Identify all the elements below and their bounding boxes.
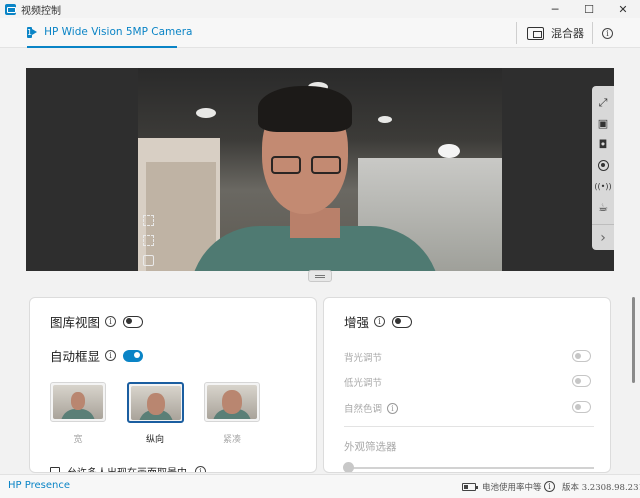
collapse-preview-handle[interactable] — [308, 270, 332, 282]
close-button[interactable]: ✕ — [606, 0, 640, 18]
coffee-icon[interactable]: ☕ — [592, 197, 614, 218]
battery-icon — [462, 483, 478, 491]
record-icon[interactable] — [592, 155, 614, 176]
backlight-label: 背光调节 — [344, 353, 383, 364]
maximize-button[interactable]: ☐ — [572, 0, 606, 18]
framing-portrait-label: 纵向 — [145, 435, 164, 445]
battery-status: 电池使用率中等 — [482, 483, 542, 493]
info-icon[interactable]: i — [387, 402, 399, 414]
info-icon[interactable]: i — [602, 28, 613, 39]
framing-tight-option[interactable] — [204, 382, 260, 422]
chevron-right-icon[interactable]: › — [592, 224, 614, 250]
glasses — [311, 156, 341, 174]
person-hair — [258, 86, 352, 132]
multi-person-checkbox[interactable] — [50, 466, 60, 472]
camera-icon[interactable]: ◘ — [592, 134, 614, 155]
appearance-filter-track[interactable] — [346, 467, 594, 469]
crop-icon[interactable] — [142, 214, 154, 226]
enhance-label: 增强 — [344, 315, 370, 330]
info-icon[interactable]: i — [195, 466, 206, 472]
appearance-filter-row: 外观筛选器 — [344, 439, 397, 454]
appearance-filter-slider[interactable] — [343, 462, 354, 472]
camera-name: HP Wide Vision 5MP Camera — [44, 26, 193, 38]
framing-wide-label: 宽 — [73, 435, 83, 445]
video-feed — [138, 68, 502, 271]
mixer-icon — [527, 26, 544, 40]
window-title: 视频控制 — [21, 5, 61, 17]
auto-framing-toggle[interactable] — [123, 349, 144, 362]
minimize-button[interactable]: ─ — [538, 0, 572, 18]
header-divider — [592, 22, 593, 44]
version-text: 版本 3.2308.98.23102 — [562, 483, 640, 493]
app-icon — [5, 3, 16, 15]
enhance-row: 增强 i — [344, 312, 413, 331]
appearance-filter-label: 外观筛选器 — [344, 441, 397, 453]
brand-name: HP Presence — [8, 480, 70, 491]
natural-tone-row: 自然色调 i — [344, 401, 399, 415]
camera-index: 1 — [27, 27, 33, 37]
gallery-view-label: 图库视图 — [50, 315, 101, 330]
window-controls: ─ ☐ ✕ — [538, 0, 640, 18]
mixer-label: 混合器 — [551, 27, 584, 40]
frame-select-icon[interactable] — [142, 234, 154, 246]
framing-panel: 图库视图 i 自动框显 i 宽 纵向 紧凑 允许多人出现在画面取景中 i — [29, 297, 317, 473]
auto-framing-row: 自动框显 i — [50, 346, 144, 365]
preview-toolbar: ⤢ ▣ ◘ ((•)) ☕ › — [592, 86, 614, 250]
framing-tight-label: 紧凑 — [222, 435, 241, 445]
header: 1 HP Wide Vision 5MP Camera 混合器 i — [0, 18, 640, 48]
natural-tone-toggle[interactable] — [572, 401, 591, 413]
picture-in-picture-icon[interactable]: ▣ — [592, 113, 614, 134]
panel-divider — [344, 426, 594, 427]
framing-tools — [138, 210, 158, 270]
camera-badge-icon: 1 — [27, 26, 38, 38]
framing-wide-option[interactable] — [50, 382, 106, 422]
info-icon[interactable]: i — [105, 316, 117, 327]
low-light-row: 低光调节 — [344, 375, 382, 389]
ceiling-light — [196, 108, 216, 118]
tab-camera[interactable]: 1 HP Wide Vision 5MP Camera — [27, 18, 192, 48]
enhance-toggle[interactable] — [392, 315, 413, 328]
enhance-panel: 增强 i 背光调节 低光调节 自然色调 i 外观筛选器 — [323, 297, 611, 473]
info-icon[interactable]: i — [105, 350, 117, 361]
scrollbar[interactable] — [632, 297, 635, 383]
mixer-button[interactable]: 混合器 — [527, 24, 584, 42]
auto-framing-label: 自动框显 — [50, 349, 101, 364]
title-bar: 视频控制 ─ ☐ ✕ — [0, 0, 640, 18]
framing-portrait-option[interactable] — [127, 382, 184, 423]
low-light-toggle[interactable] — [572, 375, 591, 387]
camera-preview: ⤢ ▣ ◘ ((•)) ☕ › — [26, 68, 614, 271]
backlight-row: 背光调节 — [344, 350, 382, 364]
header-divider — [516, 22, 517, 44]
glasses — [271, 156, 301, 174]
ceiling-light — [378, 116, 392, 123]
multi-person-row: 允许多人出现在画面取景中 i — [50, 464, 206, 472]
status-bar: HP Presence 电池使用率中等 i 版本 3.2308.98.23102 — [0, 474, 640, 498]
broadcast-icon[interactable]: ((•)) — [592, 176, 614, 197]
info-icon[interactable]: i — [544, 481, 555, 492]
ceiling-light — [438, 144, 460, 158]
gallery-view-row: 图库视图 i — [50, 312, 144, 331]
info-icon[interactable]: i — [374, 316, 386, 327]
backlight-toggle[interactable] — [572, 350, 591, 362]
multi-person-label: 允许多人出现在画面取景中 — [67, 464, 187, 472]
gallery-view-toggle[interactable] — [123, 315, 144, 328]
natural-tone-label: 自然色调 — [344, 404, 383, 415]
low-light-label: 低光调节 — [344, 378, 383, 389]
expand-icon[interactable]: ⤢ — [592, 92, 614, 113]
rotate-frame-icon[interactable] — [142, 254, 154, 266]
